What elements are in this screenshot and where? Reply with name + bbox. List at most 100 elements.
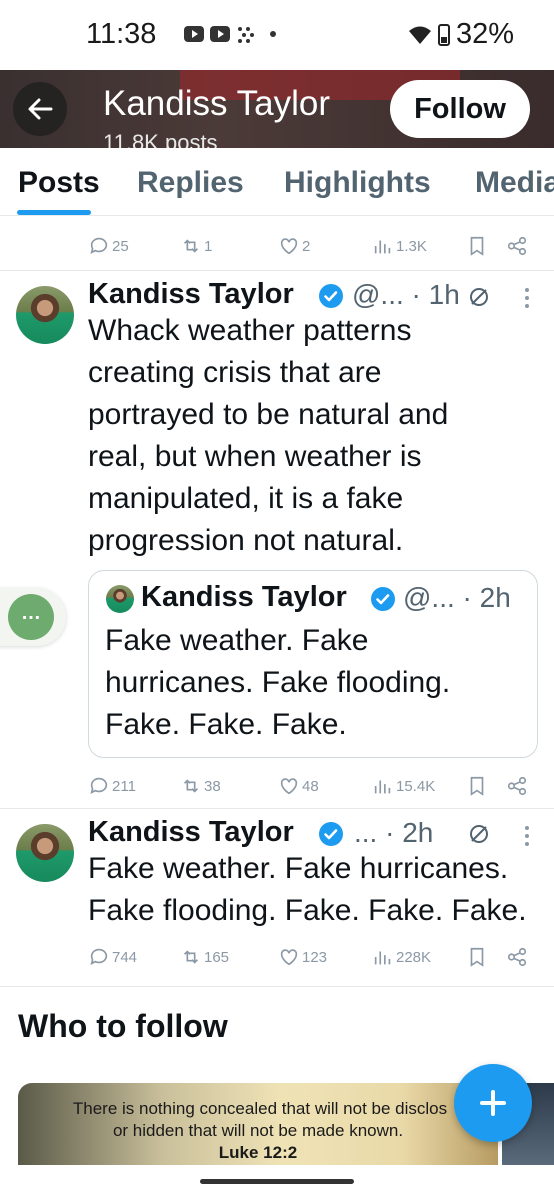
view-count: 228K (396, 948, 432, 966)
share-button[interactable] (506, 775, 528, 797)
views-button[interactable]: 1.3K (372, 235, 427, 257)
views-icon (374, 780, 391, 794)
tab-posts[interactable]: Posts (18, 166, 100, 200)
active-tab-indicator (17, 210, 91, 215)
tab-highlights[interactable]: Highlights (284, 166, 431, 200)
share-button[interactable] (506, 235, 528, 257)
quoted-avatar (106, 585, 134, 613)
repost-button[interactable]: 38 (180, 775, 221, 797)
more-icon[interactable] (524, 288, 530, 310)
share-button[interactable] (506, 946, 528, 968)
tweet-author-name[interactable]: Kandiss Taylor (88, 278, 294, 311)
share-icon (507, 776, 527, 796)
profile-tabs: Posts Replies Highlights Media (0, 148, 554, 216)
chat-bubble-button[interactable]: … (0, 588, 66, 646)
battery-icon (437, 23, 450, 46)
profile-name: Kandiss Taylor (103, 84, 330, 123)
bookmark-button[interactable] (466, 235, 488, 257)
bookmark-button[interactable] (466, 946, 488, 968)
youtube-icon (184, 26, 204, 42)
like-icon (280, 949, 298, 966)
repost-count: 165 (204, 948, 230, 966)
repost-count: 1 (204, 237, 213, 255)
status-time: 11:38 (86, 18, 157, 50)
quoted-text: Fake weather. Fake hurricanes. Fake floo… (105, 624, 451, 741)
suggested-account-card[interactable]: There is nothing concealed that will not… (18, 1083, 498, 1165)
grok-icon[interactable] (468, 823, 490, 845)
view-count: 15.4K (396, 777, 436, 795)
share-icon (507, 236, 527, 256)
reply-icon (90, 237, 108, 254)
like-button[interactable]: 48 (278, 775, 319, 797)
status-right: 32% (408, 18, 514, 51)
views-icon (374, 951, 391, 965)
divider (0, 986, 554, 987)
share-icon (507, 947, 527, 967)
profile-header: Kandiss Taylor 11.8K posts Follow (0, 70, 554, 148)
bookmark-icon (470, 947, 484, 967)
like-button[interactable]: 2 (278, 235, 310, 257)
like-icon (280, 778, 298, 795)
post-count: 11.8K posts (103, 130, 218, 148)
bookmark-button[interactable] (466, 775, 488, 797)
home-gesture-bar[interactable] (200, 1179, 354, 1184)
reply-count: 25 (112, 237, 129, 255)
avatar[interactable] (16, 824, 74, 882)
tweet-actions: 744 165 123 228K (0, 942, 554, 972)
repost-button[interactable]: 165 (180, 946, 229, 968)
tweet-actions: 211 38 48 15.4K (0, 771, 554, 801)
bookmark-icon (470, 236, 484, 256)
tweet-text: Whack weather patterns creating crisis t… (88, 314, 449, 557)
reply-icon (90, 948, 108, 965)
views-button[interactable]: 228K (372, 946, 431, 968)
more-icon[interactable] (524, 826, 530, 848)
views-icon (374, 240, 391, 254)
bookmark-icon (470, 776, 484, 796)
card-banner-text: There is nothing concealed that will not… (72, 1099, 448, 1118)
back-button[interactable] (13, 82, 67, 136)
like-count: 48 (302, 777, 319, 795)
repost-icon (183, 950, 199, 964)
tweet-handle-time: @... · 1h (352, 279, 460, 310)
youtube-icon (210, 26, 230, 42)
tab-replies[interactable]: Replies (137, 166, 244, 200)
repost-button[interactable]: 1 (180, 235, 212, 257)
reply-button[interactable]: 211 (88, 775, 136, 797)
divider (0, 808, 554, 809)
battery-percent: 32% (455, 18, 514, 50)
quoted-tweet[interactable]: Kandiss Taylor @... · 2h Fake weather. F… (88, 570, 538, 758)
who-to-follow-heading: Who to follow (18, 1008, 228, 1044)
like-count: 123 (302, 948, 328, 966)
quoted-author-name: Kandiss Taylor (141, 581, 347, 613)
wifi-icon (408, 26, 431, 44)
reply-button[interactable]: 25 (88, 235, 129, 257)
tweet-actions: 25 1 2 1.3K (0, 231, 554, 261)
verified-icon (319, 284, 343, 308)
tab-media[interactable]: Media (475, 166, 554, 200)
repost-icon (183, 779, 199, 793)
quoted-handle-time: @... · 2h (403, 582, 511, 613)
reply-icon (90, 777, 108, 794)
reply-count: 211 (112, 777, 136, 795)
follow-button[interactable]: Follow (390, 80, 530, 138)
tweet-handle-time: ... · 2h (354, 817, 434, 848)
status-bar: 11:38 32% (0, 0, 554, 70)
compose-button[interactable] (454, 1064, 532, 1142)
verified-icon (319, 822, 343, 846)
like-icon (280, 238, 298, 255)
like-button[interactable]: 123 (278, 946, 327, 968)
notification-icons (184, 25, 276, 43)
divider (0, 270, 554, 271)
verified-icon (371, 587, 395, 611)
avatar[interactable] (16, 286, 74, 344)
grok-icon[interactable] (468, 286, 490, 308)
more-notifications-icon (270, 31, 276, 37)
tweet-author-name[interactable]: Kandiss Taylor (88, 816, 294, 849)
reply-button[interactable]: 744 (88, 946, 137, 968)
back-arrow-icon (28, 98, 53, 120)
reply-count: 744 (112, 948, 138, 966)
repost-count: 38 (204, 777, 221, 795)
views-button[interactable]: 15.4K (372, 775, 435, 797)
system-nav-bar (0, 1165, 554, 1200)
app-icon (236, 25, 258, 43)
